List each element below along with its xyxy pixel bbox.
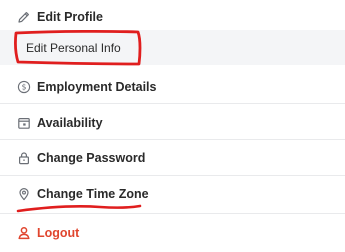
- menu-item-change-time-zone[interactable]: Change Time Zone: [0, 180, 345, 210]
- menu-item-label: Logout: [37, 226, 80, 240]
- svg-text:$: $: [22, 83, 27, 92]
- menu-item-label: Availability: [37, 116, 103, 130]
- pencil-icon: [17, 10, 31, 24]
- calendar-icon: [17, 116, 31, 130]
- profile-menu: Edit Profile Edit Personal Info $ Employ…: [0, 0, 345, 252]
- menu-item-label: Employment Details: [37, 80, 157, 94]
- lock-icon: [17, 151, 31, 165]
- divider: [0, 103, 345, 104]
- menu-item-logout[interactable]: Logout: [0, 219, 345, 249]
- submenu-item-edit-personal-info[interactable]: Edit Personal Info: [0, 30, 345, 65]
- menu-item-change-password[interactable]: Change Password: [0, 144, 345, 174]
- menu-item-availability[interactable]: Availability: [0, 109, 345, 139]
- divider: [0, 213, 345, 214]
- menu-item-label: Edit Profile: [37, 10, 103, 24]
- divider: [0, 139, 345, 140]
- location-pin-icon: [17, 187, 31, 201]
- menu-item-employment-details[interactable]: $ Employment Details: [0, 72, 345, 102]
- dollar-circle-icon: $: [17, 80, 31, 94]
- menu-item-label: Change Password: [37, 151, 146, 165]
- divider: [0, 175, 345, 176]
- submenu-item-label: Edit Personal Info: [26, 41, 121, 55]
- user-icon: [17, 226, 31, 240]
- menu-item-edit-profile[interactable]: Edit Profile: [0, 2, 345, 30]
- menu-item-label: Change Time Zone: [37, 187, 149, 201]
